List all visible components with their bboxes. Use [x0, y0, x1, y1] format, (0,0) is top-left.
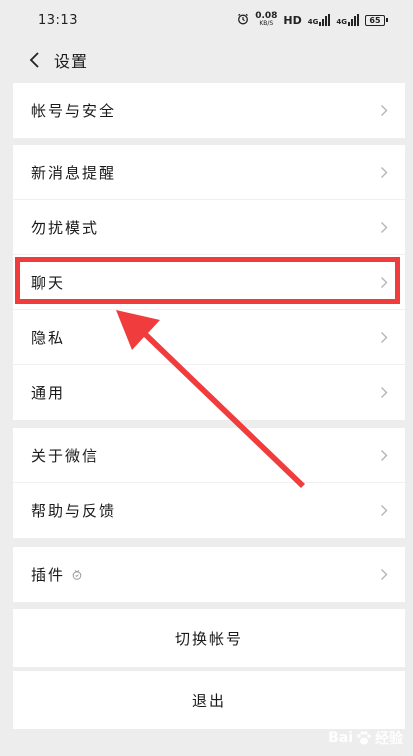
settings-item-help-feedback[interactable]: 帮助与反馈 — [13, 483, 405, 538]
status-bar: 13:13 0.08 KB/S HD 4G 4G 65 — [0, 0, 413, 40]
settings-group-plugins: 插件 — [13, 547, 405, 602]
chevron-right-icon — [377, 448, 391, 462]
status-icons: 0.08 KB/S HD 4G 4G 65 — [237, 11, 388, 28]
signal-icon-1: 4G — [308, 14, 331, 26]
network-speed: 0.08 KB/S — [255, 11, 278, 28]
battery-icon: 65 — [365, 14, 388, 26]
settings-item-general[interactable]: 通用 — [13, 365, 405, 420]
settings-item-do-not-disturb[interactable]: 勿扰模式 — [13, 200, 405, 255]
back-arrow-icon[interactable] — [24, 50, 44, 70]
settings-item-label: 勿扰模式 — [31, 218, 100, 237]
chevron-right-icon — [377, 275, 391, 289]
settings-item-about[interactable]: 关于微信 — [13, 428, 405, 483]
hd-icon: HD — [283, 13, 302, 27]
logout-group: 退出 — [13, 671, 405, 729]
paw-logo-icon — [355, 729, 373, 747]
chevron-right-icon — [377, 330, 391, 344]
watermark: Bai 经验 — [328, 728, 403, 748]
settings-item-label: 插件 — [31, 566, 66, 584]
settings-group-about: 关于微信 帮助与反馈 — [13, 428, 405, 538]
settings-item-chat[interactable]: 聊天 — [13, 255, 405, 310]
switch-account-group: 切换帐号 — [13, 609, 405, 667]
chevron-right-icon — [377, 220, 391, 234]
settings-item-label: 帐号与安全 — [31, 102, 117, 120]
settings-item-label: 帮助与反馈 — [31, 502, 117, 520]
settings-item-account-security[interactable]: 帐号与安全 — [13, 83, 405, 138]
settings-item-plugins[interactable]: 插件 — [13, 547, 405, 602]
chevron-right-icon — [377, 104, 391, 118]
status-time: 13:13 — [38, 12, 78, 28]
chevron-right-icon — [377, 165, 391, 179]
chevron-right-icon — [377, 386, 391, 400]
page-title: 设置 — [54, 52, 89, 71]
watermark-text-right: 经验 — [375, 731, 403, 747]
settings-item-privacy[interactable]: 隐私 — [13, 310, 405, 365]
settings-item-label: 新消息提醒 — [31, 163, 117, 182]
watermark-text-left: Bai — [328, 730, 353, 746]
nav-bar: 设置 — [0, 40, 413, 80]
chevron-right-icon — [377, 568, 391, 582]
settings-item-notifications[interactable]: 新消息提醒 — [13, 145, 405, 200]
settings-item-label: 隐私 — [31, 328, 66, 347]
signal-icon-2: 4G — [336, 14, 359, 26]
logout-button[interactable]: 退出 — [13, 671, 405, 729]
settings-item-label: 关于微信 — [31, 446, 100, 465]
switch-account-button[interactable]: 切换帐号 — [13, 609, 405, 667]
plugin-badge-icon — [71, 569, 83, 581]
settings-item-label: 聊天 — [31, 273, 66, 292]
chevron-right-icon — [377, 504, 391, 518]
settings-group-account: 帐号与安全 — [13, 83, 405, 138]
alarm-icon — [237, 13, 249, 28]
settings-item-label: 通用 — [31, 384, 66, 402]
settings-group-general: 新消息提醒 勿扰模式 聊天 隐私 通用 — [13, 145, 405, 420]
